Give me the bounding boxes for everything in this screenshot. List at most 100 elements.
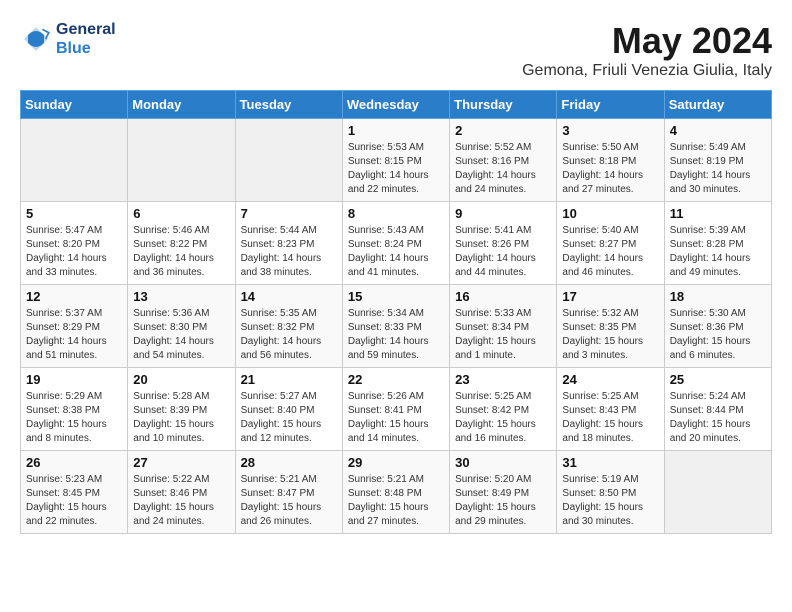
day-info: Sunrise: 5:49 AMSunset: 8:19 PMDaylight:… (670, 142, 751, 195)
day-number: 19 (26, 372, 122, 387)
calendar-cell: 30 Sunrise: 5:20 AMSunset: 8:49 PMDaylig… (450, 451, 557, 534)
col-friday: Friday (557, 91, 664, 119)
calendar-cell: 27 Sunrise: 5:22 AMSunset: 8:46 PMDaylig… (128, 451, 235, 534)
day-info: Sunrise: 5:20 AMSunset: 8:49 PMDaylight:… (455, 474, 536, 527)
day-info: Sunrise: 5:25 AMSunset: 8:43 PMDaylight:… (562, 391, 643, 444)
day-info: Sunrise: 5:34 AMSunset: 8:33 PMDaylight:… (348, 308, 429, 361)
logo: General Blue (20, 20, 116, 58)
calendar-week-row: 12 Sunrise: 5:37 AMSunset: 8:29 PMDaylig… (21, 285, 772, 368)
calendar-cell: 29 Sunrise: 5:21 AMSunset: 8:48 PMDaylig… (342, 451, 449, 534)
calendar-cell: 5 Sunrise: 5:47 AMSunset: 8:20 PMDayligh… (21, 202, 128, 285)
day-number: 16 (455, 289, 551, 304)
day-number: 21 (241, 372, 337, 387)
day-number: 12 (26, 289, 122, 304)
calendar-cell: 31 Sunrise: 5:19 AMSunset: 8:50 PMDaylig… (557, 451, 664, 534)
col-sunday: Sunday (21, 91, 128, 119)
calendar-cell: 8 Sunrise: 5:43 AMSunset: 8:24 PMDayligh… (342, 202, 449, 285)
day-number: 4 (670, 123, 766, 138)
day-number: 30 (455, 455, 551, 470)
day-info: Sunrise: 5:25 AMSunset: 8:42 PMDaylight:… (455, 391, 536, 444)
calendar-cell: 21 Sunrise: 5:27 AMSunset: 8:40 PMDaylig… (235, 368, 342, 451)
calendar-cell: 19 Sunrise: 5:29 AMSunset: 8:38 PMDaylig… (21, 368, 128, 451)
calendar-week-row: 1 Sunrise: 5:53 AMSunset: 8:15 PMDayligh… (21, 119, 772, 202)
calendar-cell: 18 Sunrise: 5:30 AMSunset: 8:36 PMDaylig… (664, 285, 771, 368)
day-number: 31 (562, 455, 658, 470)
logo-general: General (56, 21, 116, 38)
day-info: Sunrise: 5:33 AMSunset: 8:34 PMDaylight:… (455, 308, 536, 361)
calendar-cell: 4 Sunrise: 5:49 AMSunset: 8:19 PMDayligh… (664, 119, 771, 202)
day-info: Sunrise: 5:46 AMSunset: 8:22 PMDaylight:… (133, 225, 214, 278)
calendar-cell: 23 Sunrise: 5:25 AMSunset: 8:42 PMDaylig… (450, 368, 557, 451)
day-number: 15 (348, 289, 444, 304)
day-number: 6 (133, 206, 229, 221)
day-info: Sunrise: 5:50 AMSunset: 8:18 PMDaylight:… (562, 142, 643, 195)
day-number: 25 (670, 372, 766, 387)
col-thursday: Thursday (450, 91, 557, 119)
day-number: 28 (241, 455, 337, 470)
col-wednesday: Wednesday (342, 91, 449, 119)
day-number: 23 (455, 372, 551, 387)
day-info: Sunrise: 5:41 AMSunset: 8:26 PMDaylight:… (455, 225, 536, 278)
day-number: 26 (26, 455, 122, 470)
day-number: 10 (562, 206, 658, 221)
day-number: 20 (133, 372, 229, 387)
day-number: 13 (133, 289, 229, 304)
col-monday: Monday (128, 91, 235, 119)
calendar-body: 1 Sunrise: 5:53 AMSunset: 8:15 PMDayligh… (21, 119, 772, 534)
day-number: 29 (348, 455, 444, 470)
day-info: Sunrise: 5:52 AMSunset: 8:16 PMDaylight:… (455, 142, 536, 195)
day-info: Sunrise: 5:27 AMSunset: 8:40 PMDaylight:… (241, 391, 322, 444)
day-info: Sunrise: 5:47 AMSunset: 8:20 PMDaylight:… (26, 225, 107, 278)
day-number: 8 (348, 206, 444, 221)
calendar-cell: 12 Sunrise: 5:37 AMSunset: 8:29 PMDaylig… (21, 285, 128, 368)
calendar-week-row: 26 Sunrise: 5:23 AMSunset: 8:45 PMDaylig… (21, 451, 772, 534)
logo-blue: Blue (56, 40, 91, 57)
day-number: 7 (241, 206, 337, 221)
day-info: Sunrise: 5:36 AMSunset: 8:30 PMDaylight:… (133, 308, 214, 361)
header-row: Sunday Monday Tuesday Wednesday Thursday… (21, 91, 772, 119)
day-info: Sunrise: 5:23 AMSunset: 8:45 PMDaylight:… (26, 474, 107, 527)
day-number: 27 (133, 455, 229, 470)
day-info: Sunrise: 5:28 AMSunset: 8:39 PMDaylight:… (133, 391, 214, 444)
day-info: Sunrise: 5:44 AMSunset: 8:23 PMDaylight:… (241, 225, 322, 278)
calendar-cell: 25 Sunrise: 5:24 AMSunset: 8:44 PMDaylig… (664, 368, 771, 451)
header: General Blue May 2024 Gemona, Friuli Ven… (20, 20, 772, 80)
day-number: 22 (348, 372, 444, 387)
calendar-cell: 2 Sunrise: 5:52 AMSunset: 8:16 PMDayligh… (450, 119, 557, 202)
day-number: 3 (562, 123, 658, 138)
day-info: Sunrise: 5:22 AMSunset: 8:46 PMDaylight:… (133, 474, 214, 527)
day-info: Sunrise: 5:26 AMSunset: 8:41 PMDaylight:… (348, 391, 429, 444)
calendar-header: Sunday Monday Tuesday Wednesday Thursday… (21, 91, 772, 119)
day-info: Sunrise: 5:35 AMSunset: 8:32 PMDaylight:… (241, 308, 322, 361)
day-number: 18 (670, 289, 766, 304)
day-number: 5 (26, 206, 122, 221)
day-number: 14 (241, 289, 337, 304)
title-area: May 2024 Gemona, Friuli Venezia Giulia, … (522, 20, 772, 80)
day-info: Sunrise: 5:24 AMSunset: 8:44 PMDaylight:… (670, 391, 751, 444)
day-info: Sunrise: 5:53 AMSunset: 8:15 PMDaylight:… (348, 142, 429, 195)
day-number: 2 (455, 123, 551, 138)
calendar-cell: 16 Sunrise: 5:33 AMSunset: 8:34 PMDaylig… (450, 285, 557, 368)
calendar-table: Sunday Monday Tuesday Wednesday Thursday… (20, 90, 772, 534)
calendar-cell: 20 Sunrise: 5:28 AMSunset: 8:39 PMDaylig… (128, 368, 235, 451)
calendar-cell: 14 Sunrise: 5:35 AMSunset: 8:32 PMDaylig… (235, 285, 342, 368)
calendar-cell: 15 Sunrise: 5:34 AMSunset: 8:33 PMDaylig… (342, 285, 449, 368)
day-info: Sunrise: 5:19 AMSunset: 8:50 PMDaylight:… (562, 474, 643, 527)
calendar-cell: 3 Sunrise: 5:50 AMSunset: 8:18 PMDayligh… (557, 119, 664, 202)
col-saturday: Saturday (664, 91, 771, 119)
calendar-cell (235, 119, 342, 202)
logo-icon (20, 23, 52, 55)
day-number: 17 (562, 289, 658, 304)
day-info: Sunrise: 5:30 AMSunset: 8:36 PMDaylight:… (670, 308, 751, 361)
day-info: Sunrise: 5:32 AMSunset: 8:35 PMDaylight:… (562, 308, 643, 361)
day-info: Sunrise: 5:43 AMSunset: 8:24 PMDaylight:… (348, 225, 429, 278)
calendar-cell: 11 Sunrise: 5:39 AMSunset: 8:28 PMDaylig… (664, 202, 771, 285)
day-info: Sunrise: 5:39 AMSunset: 8:28 PMDaylight:… (670, 225, 751, 278)
logo-text: General Blue (56, 20, 116, 58)
calendar-cell: 7 Sunrise: 5:44 AMSunset: 8:23 PMDayligh… (235, 202, 342, 285)
day-number: 9 (455, 206, 551, 221)
calendar-cell: 26 Sunrise: 5:23 AMSunset: 8:45 PMDaylig… (21, 451, 128, 534)
day-info: Sunrise: 5:21 AMSunset: 8:48 PMDaylight:… (348, 474, 429, 527)
calendar-cell: 17 Sunrise: 5:32 AMSunset: 8:35 PMDaylig… (557, 285, 664, 368)
calendar-cell (21, 119, 128, 202)
